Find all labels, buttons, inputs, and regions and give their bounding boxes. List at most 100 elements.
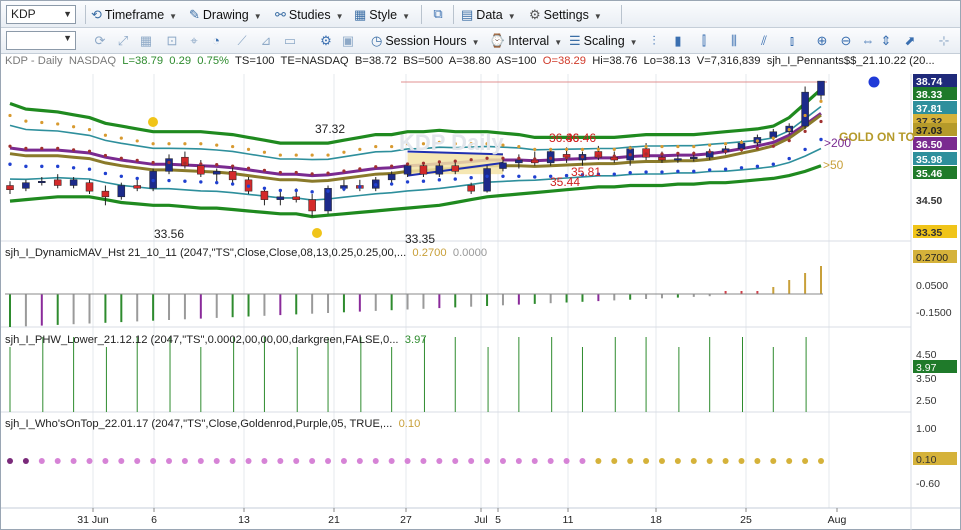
candle-body (197, 165, 205, 175)
scaling-label: Scaling (583, 34, 625, 48)
gauge-icon[interactable]: ◔ (207, 32, 225, 50)
candle-body (165, 158, 173, 172)
symbol-input[interactable]: KDP ▼ (6, 5, 76, 24)
lower-dot (135, 176, 139, 181)
interval-button[interactable]: ⌚ Interval ▼ (489, 31, 562, 51)
studies-button[interactable]: ⚯ Studies ▼ (275, 5, 344, 25)
chart-style-icon[interactable]: ⫽ (755, 32, 773, 50)
candle-body (228, 171, 237, 181)
chart-icon[interactable]: ⊿ (257, 32, 275, 50)
sub-axis-label: 3.50 (916, 373, 937, 385)
candle-body (6, 185, 14, 190)
candle-body (435, 165, 444, 175)
lower-dot (787, 156, 791, 161)
timeframe-button[interactable]: ⟲ Timeframe ▼ (91, 5, 177, 25)
lower-dot (469, 175, 473, 180)
mid-dot (723, 149, 728, 153)
wot-dot (563, 458, 570, 464)
chart-style-icon[interactable]: ⫼ (725, 32, 743, 50)
candlestick-icon[interactable]: ▮ (669, 32, 687, 50)
crosshair-icon[interactable]: ⌖ (185, 32, 203, 50)
ohlc-icon[interactable]: ⫿ (695, 32, 713, 50)
session-hours-label: Session Hours (385, 34, 467, 48)
mid-dot (628, 153, 632, 157)
lower-dot (278, 188, 283, 193)
high-marker (148, 117, 158, 127)
candle-body (53, 179, 62, 186)
pan-icon[interactable]: ⇔ (859, 32, 877, 50)
wot-dot (738, 458, 745, 464)
session-hours-button[interactable]: ◷ Session Hours ▼ (371, 31, 480, 51)
drawing-button[interactable]: ✎ Drawing ▼ (189, 5, 262, 25)
upper-dot (628, 146, 632, 150)
lower-dot (453, 177, 457, 181)
price-tag: 36.50 (916, 139, 942, 151)
chart-window: KDP ▼ ⟲ Timeframe ▼ ✎ Drawing ▼ ⚯ Studies ▼ ▦ S… (0, 0, 961, 530)
candle-body (483, 168, 491, 192)
lower-dot (628, 171, 632, 175)
mid-dot (24, 146, 28, 150)
mid-dot (246, 166, 251, 170)
mid-dot (803, 129, 807, 134)
upper-dot (72, 125, 76, 129)
lower-dot (183, 179, 187, 183)
chevron-down-icon: ▼ (169, 12, 178, 21)
wot-dot (197, 458, 204, 464)
chart-toolbar: ▼ ⟳ ⤢ ▦ ⊡ ⌖ ◔ ⟋ ⊿ ▭ ⚙ ▣ ◷ Session Hours ▼ … (1, 28, 960, 54)
studies-icon: ⚯ (275, 7, 286, 22)
wot-dot (388, 458, 395, 464)
line-icon[interactable]: ⟋ (233, 32, 251, 50)
zoom-icon[interactable]: ⊡ (163, 32, 181, 50)
lower-dot (389, 182, 394, 186)
bar-chart-icon[interactable]: ⫶ (645, 32, 663, 50)
lower-dot (803, 147, 807, 152)
wot-dot (261, 458, 268, 464)
layout-icon[interactable]: ▣ (339, 32, 357, 50)
mid-dot (119, 156, 123, 160)
data-button[interactable]: ▤ Data ▼ (461, 5, 516, 25)
mid-dot (40, 146, 44, 150)
add-chart-icon[interactable]: ⬈ (901, 32, 919, 50)
refresh-icon[interactable]: ⟳ (91, 32, 109, 50)
ruler-icon[interactable]: ▭ (281, 32, 299, 50)
settings-button[interactable]: ⚙ Settings ▼ (529, 5, 602, 25)
table-icon[interactable]: ▦ (137, 32, 155, 50)
upper-dot (167, 142, 171, 146)
gear-icon[interactable]: ⚙ (317, 32, 335, 50)
price-chart[interactable]: 38.7438.33 37.81 37.32 37.03 36.50 35.98 35.46… (1, 54, 960, 530)
interval-input[interactable]: ▼ (6, 31, 76, 50)
more-icon[interactable]: ⊹ (935, 32, 953, 50)
lower-dot (40, 164, 44, 169)
candle-body (499, 162, 507, 169)
lower-dot (199, 180, 203, 184)
candle-body (658, 156, 666, 161)
fit-icon[interactable]: ⇕ (877, 32, 895, 50)
chevron-down-icon: ▼ (335, 12, 344, 21)
candle-body (101, 190, 110, 198)
mid-dot (708, 150, 712, 154)
candle-body (403, 165, 412, 175)
mid-dot (612, 154, 616, 158)
cursor-icon[interactable]: ⤢ (114, 32, 132, 50)
lower-dot (501, 174, 505, 178)
zoom-in-icon[interactable]: ⊕ (813, 32, 831, 50)
style-button[interactable]: ▦ Style ▼ (354, 5, 410, 25)
clock-icon: ◷ (371, 33, 383, 48)
candle-body (674, 158, 682, 161)
wot-dot (372, 458, 379, 464)
link-windows-icon[interactable]: ⧉ (429, 5, 447, 23)
zoom-out-icon[interactable]: ⊖ (837, 32, 855, 50)
mid-dot (72, 148, 76, 152)
candle-body (308, 199, 316, 212)
scaling-button[interactable]: ☰ Scaling ▼ (569, 31, 638, 51)
mid-dot (374, 165, 378, 169)
lower-dot (707, 168, 712, 172)
upper-dot (310, 153, 314, 157)
x-tick-label: 25 (740, 514, 752, 526)
chart-style-icon[interactable]: ⫾ (783, 32, 801, 50)
wot-dot (595, 458, 602, 464)
wot-dot (786, 458, 793, 464)
candle-body (260, 190, 269, 200)
candle-body (515, 159, 523, 164)
wot-dot (38, 458, 45, 464)
